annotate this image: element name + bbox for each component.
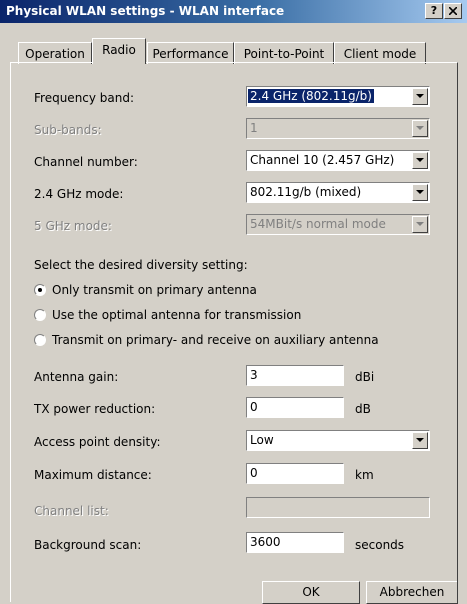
tab-point-to-point[interactable]: Point-to-Point bbox=[234, 42, 334, 64]
tab-radio[interactable]: Radio bbox=[92, 38, 146, 64]
tab-performance[interactable]: Performance bbox=[147, 42, 234, 64]
help-button[interactable]: ? bbox=[425, 3, 443, 19]
window-title: Physical WLAN settings - WLAN interface bbox=[6, 4, 285, 18]
close-button[interactable] bbox=[444, 3, 462, 19]
tab-panel-radio bbox=[10, 62, 458, 602]
title-bar: Physical WLAN settings - WLAN interface … bbox=[0, 0, 467, 23]
close-icon bbox=[448, 6, 458, 16]
tab-client-mode[interactable]: Client mode bbox=[334, 42, 426, 64]
tab-operation[interactable]: Operation bbox=[18, 42, 92, 64]
